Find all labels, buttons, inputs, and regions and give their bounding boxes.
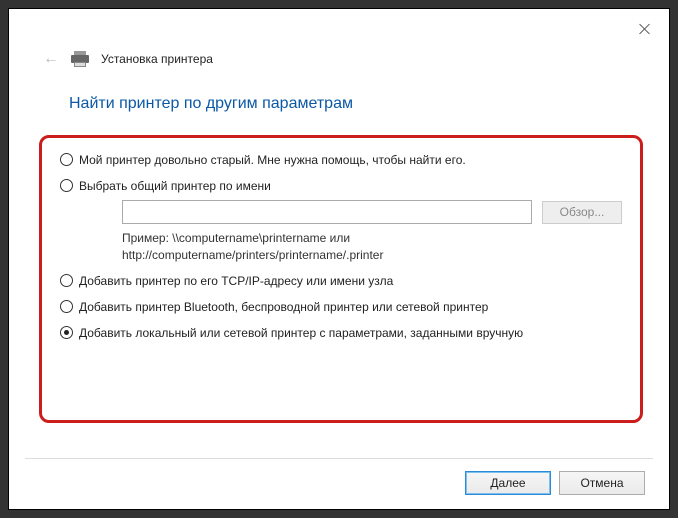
option-label: Мой принтер довольно старый. Мне нужна п…	[79, 152, 466, 168]
radio-icon[interactable]	[60, 179, 73, 192]
option-shared-by-name[interactable]: Выбрать общий принтер по имени	[60, 178, 622, 194]
wizard-title: Установка принтера	[101, 52, 213, 66]
printer-icon	[71, 51, 89, 67]
cancel-button[interactable]: Отмена	[559, 471, 645, 495]
example-line: http://computername/printers/printername…	[122, 248, 383, 262]
options-highlight-box: Мой принтер довольно старый. Мне нужна п…	[39, 135, 643, 423]
browse-button: Обзор...	[542, 201, 622, 224]
example-line: Пример: \\computername\printername или	[122, 231, 350, 245]
footer-separator	[25, 458, 653, 459]
option-label: Добавить локальный или сетевой принтер с…	[79, 325, 523, 341]
option-bluetooth[interactable]: Добавить принтер Bluetooth, беспроводной…	[60, 299, 622, 315]
page-title: Найти принтер по другим параметрам	[69, 95, 353, 113]
back-arrow-icon[interactable]: ←	[43, 51, 59, 67]
option-label: Добавить принтер Bluetooth, беспроводной…	[79, 299, 488, 315]
radio-icon[interactable]	[60, 274, 73, 287]
option-label: Добавить принтер по его TCP/IP-адресу ил…	[79, 273, 393, 289]
printer-name-input[interactable]	[122, 200, 532, 224]
option-old-printer[interactable]: Мой принтер довольно старый. Мне нужна п…	[60, 152, 622, 168]
radio-icon[interactable]	[60, 153, 73, 166]
wizard-header: ← Установка принтера	[43, 51, 635, 67]
close-icon[interactable]	[639, 23, 651, 35]
option-manual[interactable]: Добавить локальный или сетевой принтер с…	[60, 325, 622, 341]
option-label: Выбрать общий принтер по имени	[79, 178, 271, 194]
radio-icon[interactable]	[60, 326, 73, 339]
shared-subsection: Обзор... Пример: \\computername\printern…	[122, 200, 622, 262]
wizard-window: ← Установка принтера Найти принтер по др…	[8, 8, 670, 510]
radio-icon[interactable]	[60, 300, 73, 313]
example-text: Пример: \\computername\printername или h…	[122, 230, 622, 262]
footer-buttons: Далее Отмена	[465, 471, 645, 495]
next-button[interactable]: Далее	[465, 471, 551, 495]
option-tcp-ip[interactable]: Добавить принтер по его TCP/IP-адресу ил…	[60, 273, 622, 289]
